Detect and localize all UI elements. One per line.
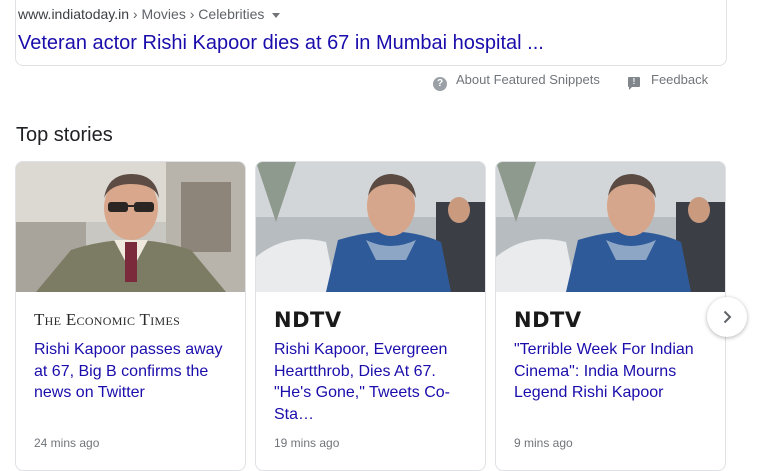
breadcrumb-subsection: Celebrities [198,6,265,22]
publisher-logo: NDTV [274,308,342,332]
story-card[interactable]: NDTV Rishi Kapoor, Evergreen Heartthrob,… [255,161,486,471]
story-card[interactable]: The Economic Times Rishi Kapoor passes a… [15,161,246,471]
breadcrumb-section: Movies [141,6,186,22]
story-title-link[interactable]: Rishi Kapoor passes away at 67, Big B co… [34,339,230,404]
breadcrumb-separator: › [129,6,142,22]
breadcrumb-domain: www.indiatoday.in [18,6,130,22]
feedback-icon: ! [628,77,640,90]
story-title-link[interactable]: Rishi Kapoor, Evergreen Heartthrob, Dies… [274,339,470,425]
feedback-link[interactable]: ! Feedback [628,71,709,90]
about-label: About Featured Snippets [456,72,600,87]
breadcrumb-separator: › [185,6,199,22]
story-thumbnail[interactable] [256,162,485,292]
story-card[interactable]: NDTV "Terrible Week For Indian Cinema": … [495,161,726,471]
about-featured-snippets-link[interactable]: ? About Featured Snippets [433,71,600,91]
story-title-link[interactable]: "Terrible Week For Indian Cinema": India… [514,339,710,404]
top-stories-heading: Top stories [16,124,113,146]
publisher-logo: NDTV [514,308,582,332]
story-timestamp: 19 mins ago [274,436,340,450]
help-circle-icon: ? [433,77,447,91]
story-timestamp: 24 mins ago [34,436,100,450]
publisher-logo: The Economic Times [34,310,181,329]
snippet-breadcrumb[interactable]: www.indiatoday.in › Movies › Celebrities [18,6,281,22]
chevron-right-icon [723,310,732,324]
carousel-next-button[interactable] [707,297,747,337]
story-thumbnail[interactable] [496,162,725,292]
story-timestamp: 9 mins ago [514,436,573,450]
snippet-title-link[interactable]: Veteran actor Rishi Kapoor dies at 67 in… [18,30,544,56]
chevron-down-icon[interactable] [272,12,281,18]
story-thumbnail[interactable] [16,162,245,292]
feedback-label: Feedback [651,72,709,87]
